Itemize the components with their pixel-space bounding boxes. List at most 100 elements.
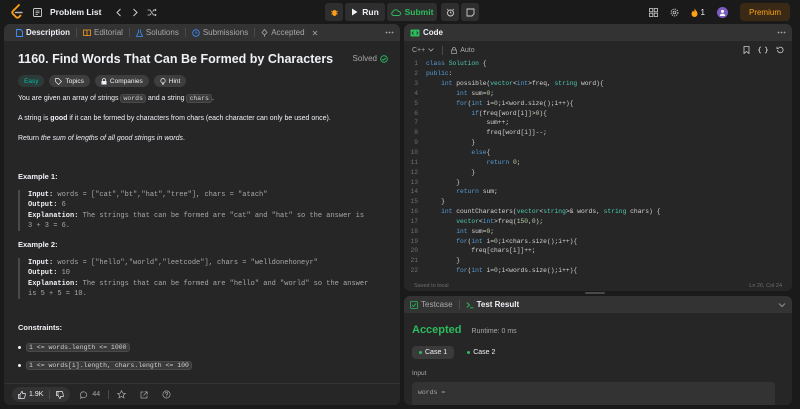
close-icon[interactable] (312, 30, 318, 36)
code-line[interactable]: 7 sum++; (404, 118, 792, 128)
play-icon (352, 8, 358, 16)
tab-submissions[interactable]: Submissions (186, 24, 254, 41)
tag-row: Easy Topics Companies Hint (18, 75, 388, 88)
case-1-button[interactable]: Case 1 (412, 346, 455, 359)
panel-resize-handle[interactable] (585, 292, 605, 294)
code-line[interactable]: 15 } (404, 197, 792, 207)
code-text: public: (426, 70, 453, 78)
code-line[interactable]: 13 } (404, 177, 792, 187)
more-options-icon[interactable] (385, 31, 394, 34)
code-text: if(freq[word[i]]>0){ (471, 109, 547, 117)
code-text: } (426, 168, 476, 176)
run-button[interactable]: Run (345, 3, 385, 21)
more-options-icon[interactable] (777, 31, 786, 34)
avatar[interactable] (716, 6, 728, 18)
line-number: 14 (410, 188, 418, 196)
tab-solutions[interactable]: Solutions (130, 24, 185, 41)
chevron-left-icon[interactable] (115, 8, 123, 17)
code-line[interactable]: 22 for(int i=0;i<words.size();i++){ (404, 266, 792, 276)
comments-button[interactable]: 44 (80, 390, 100, 399)
pin-icon (261, 28, 268, 37)
lock-icon (451, 46, 458, 54)
case-2-button[interactable]: Case 2 (460, 346, 502, 359)
line-number: 4 (414, 89, 418, 97)
code-line[interactable]: 12 } (404, 167, 792, 177)
tab-editorial[interactable]: Editorial (77, 24, 129, 41)
tab-code[interactable]: Code (410, 24, 449, 41)
code-line[interactable]: 18 int sum=0; (404, 226, 792, 236)
divider (49, 390, 51, 399)
chevron-right-icon[interactable] (131, 8, 139, 17)
result-summary: Accepted Runtime: 0 ms (412, 324, 517, 336)
code-line[interactable]: 14 return sum; (404, 187, 792, 197)
thumbs-up-icon[interactable] (18, 390, 26, 399)
code-line[interactable]: 3 int possible(vector<int>freq, string w… (404, 79, 792, 89)
code-format-icon[interactable] (758, 46, 768, 54)
bullet (18, 364, 21, 368)
code-line[interactable]: 8 freq[word[i]]--; (404, 128, 792, 138)
code-line[interactable]: 6 if(freq[word[i]]>0){ (404, 108, 792, 118)
test-result-panel: Testcase Test Result Accepted Runtime: 0… (404, 296, 792, 405)
list-icon[interactable] (33, 7, 42, 17)
code-text: } (426, 139, 476, 147)
thumbs-down-icon[interactable] (56, 390, 65, 399)
share-icon[interactable] (140, 390, 148, 399)
auto-mode-toggle[interactable]: Auto (451, 46, 475, 54)
minimize-icon[interactable] (778, 301, 786, 309)
layout-grid-icon[interactable] (648, 7, 658, 17)
code-toolbar: C++ Auto (404, 43, 792, 57)
code-text: int sum=0; (456, 227, 495, 235)
premium-button[interactable]: Premium (739, 3, 790, 21)
reset-icon[interactable] (776, 46, 784, 54)
code-line[interactable]: 17 vector<int>freq(150,0); (404, 217, 792, 227)
code-line[interactable]: 1 class Solution { (404, 59, 792, 69)
submit-button[interactable]: Submit (387, 3, 437, 21)
result-status: Accepted (412, 324, 462, 336)
help-circle-icon[interactable] (162, 390, 171, 399)
code-line[interactable]: 9 } (404, 138, 792, 148)
tab-test-result[interactable]: Test Result (460, 296, 526, 313)
code-line[interactable]: 10 else{ (404, 148, 792, 158)
code-line[interactable]: 2 public: (404, 69, 792, 79)
tab-description[interactable]: Description (10, 24, 76, 41)
code-line[interactable]: 21 } (404, 256, 792, 266)
hint-tag[interactable]: Hint (153, 75, 187, 87)
code-line[interactable]: 16 int countCharacters(vector<string>& w… (404, 207, 792, 217)
line-number: 16 (410, 208, 418, 216)
tab-accepted[interactable]: Accepted (255, 24, 323, 41)
difficulty-tag[interactable]: Easy (18, 75, 45, 87)
companies-tag[interactable]: Companies (94, 75, 149, 87)
language-select[interactable]: C++ (412, 47, 435, 54)
like-dislike-group: 1.9K (12, 387, 71, 402)
bookmark-icon[interactable] (743, 46, 750, 54)
timer-button[interactable] (441, 3, 459, 21)
code-text: class Solution { (426, 60, 487, 68)
code-line[interactable]: 19 for(int i=0;i<chars.size();i++){ (404, 236, 792, 246)
settings-gear-icon[interactable] (670, 8, 679, 17)
tab-testcase[interactable]: Testcase (410, 296, 459, 313)
leetcode-logo-icon[interactable] (10, 4, 24, 20)
streak-counter[interactable]: 1 (691, 8, 705, 17)
line-number: 18 (410, 227, 418, 235)
problem-list-link[interactable]: Problem List (50, 7, 101, 17)
code-line[interactable]: 4 int sum=0; (404, 89, 792, 99)
topics-tag[interactable]: Topics (49, 75, 90, 87)
shuffle-icon[interactable] (147, 8, 158, 17)
debug-button[interactable] (325, 3, 343, 21)
checkbox-icon (410, 300, 418, 309)
notes-button[interactable] (461, 3, 479, 21)
code-text: return 0; (486, 158, 521, 166)
problem-paragraph-1: You are given an array of strings words … (18, 94, 214, 103)
code-editor[interactable]: 1 class Solution {2 public: 3 int possible(… (404, 59, 792, 276)
constraint-item: 1 <= words[i].length, chars.length <= 10… (18, 360, 388, 371)
user-icon (719, 9, 726, 16)
problem-paragraph-3: Return the sum of lengths of all good st… (18, 135, 185, 142)
code-line[interactable]: 20 freq[chars[i]]++; (404, 246, 792, 256)
code-line[interactable]: 11 return 0; (404, 157, 792, 167)
star-icon[interactable] (117, 390, 127, 399)
code-line[interactable]: 5 for(int i=0;i<word.size();i++){ (404, 98, 792, 108)
note-icon (466, 8, 474, 16)
line-number: 7 (414, 119, 418, 127)
code-text: int sum=0; (456, 89, 495, 97)
code-text: for(int i=0;i<chars.size();i++){ (456, 237, 578, 245)
